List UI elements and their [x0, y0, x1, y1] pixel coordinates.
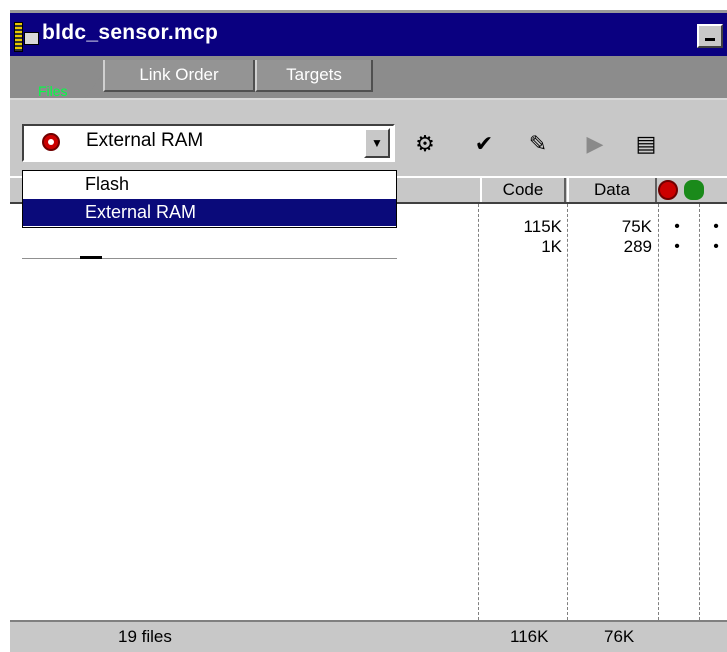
status-code-total: 116K: [510, 627, 549, 646]
column-divider: [567, 204, 568, 620]
row-debug-marker[interactable]: •: [667, 236, 687, 258]
project-file-icon: [14, 22, 23, 52]
dropdown-arrow-button[interactable]: ▼: [364, 128, 390, 158]
dropdown-option-flash[interactable]: Flash: [23, 171, 396, 198]
status-file-count: 19 files: [118, 627, 172, 646]
file-list: [10, 204, 727, 620]
tab-files-label[interactable]: Files: [38, 83, 68, 99]
row-touch-marker[interactable]: •: [706, 236, 726, 258]
row-separator: [22, 258, 397, 259]
target-select-value[interactable]: External RAM: [86, 130, 203, 152]
target-select[interactable]: [22, 124, 395, 162]
column-divider: [699, 204, 700, 620]
target-icon: [42, 133, 60, 151]
row-data-size: 289: [623, 237, 652, 256]
row-marker: [80, 256, 102, 259]
row-code-size: 1K: [541, 237, 562, 256]
check-icon[interactable]: ✔: [471, 131, 497, 157]
table-row[interactable]: 1K 289 • •: [0, 236, 727, 258]
dropdown-option-external-ram[interactable]: External RAM: [23, 199, 396, 226]
window-icon: [24, 32, 39, 45]
bug-column-icon[interactable]: [684, 180, 704, 200]
column-divider: [658, 204, 659, 620]
document-icon[interactable]: ▤: [633, 131, 659, 157]
collapse-button[interactable]: [697, 24, 723, 48]
row-data-size: 75K: [621, 217, 652, 236]
column-code[interactable]: Code: [480, 178, 566, 202]
settings-icon[interactable]: ⚙: [412, 131, 438, 157]
window-title: bldc_sensor.mcp: [42, 21, 219, 44]
run-icon[interactable]: ▶: [582, 131, 608, 157]
row-debug-marker[interactable]: •: [667, 216, 687, 238]
debug-column-icon[interactable]: [658, 180, 678, 200]
status-data-total: 76K: [604, 627, 635, 646]
tab-targets[interactable]: Targets: [255, 60, 373, 92]
make-icon[interactable]: ✎: [525, 131, 551, 157]
window-top-edge: [0, 0, 727, 10]
row-touch-marker[interactable]: •: [706, 216, 726, 238]
tab-link-order[interactable]: Link Order: [103, 60, 255, 92]
column-divider: [478, 204, 479, 620]
column-data[interactable]: Data: [567, 178, 657, 202]
row-code-size: 115K: [523, 217, 562, 236]
